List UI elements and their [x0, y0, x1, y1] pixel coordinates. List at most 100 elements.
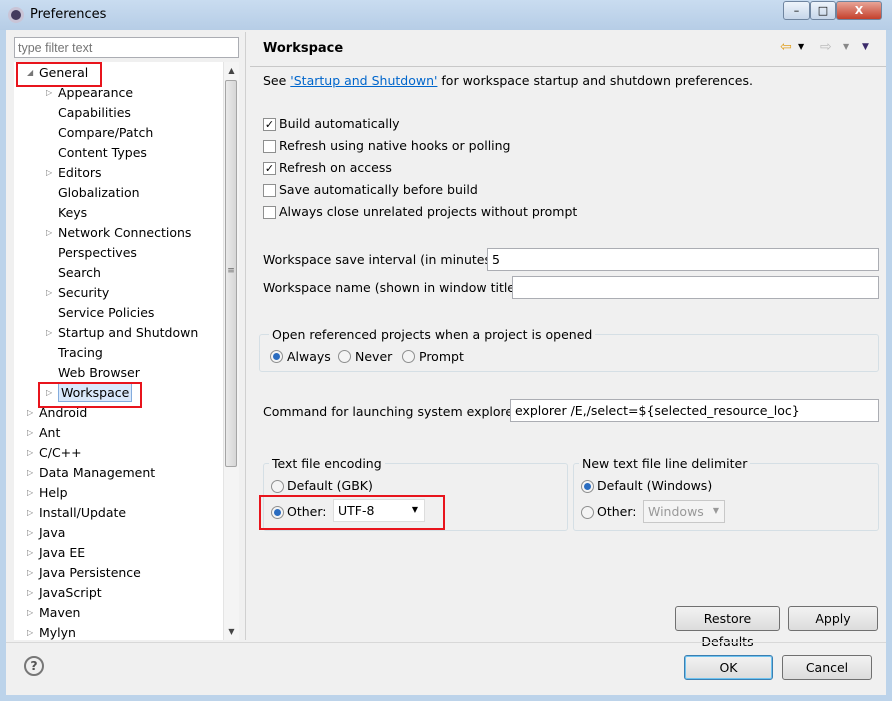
tree-item[interactable]: Search — [58, 263, 101, 283]
prompt-radio[interactable] — [402, 350, 415, 363]
expand-arrow-icon[interactable]: ▷ — [27, 488, 33, 497]
expand-arrow-icon[interactable]: ▷ — [27, 408, 33, 417]
tree-item[interactable]: Security — [58, 283, 109, 303]
expand-arrow-icon[interactable]: ▷ — [27, 508, 33, 517]
checkbox-label: Refresh using native hooks or polling — [279, 138, 511, 153]
title-bar — [0, 0, 892, 30]
startup-shutdown-note: See 'Startup and Shutdown' for workspace… — [263, 73, 753, 88]
checkbox[interactable] — [263, 140, 276, 153]
header-separator — [250, 66, 886, 67]
tree-item[interactable]: Java EE — [39, 543, 85, 563]
forward-arrow-icon[interactable]: ⇨ — [820, 39, 832, 55]
checkbox[interactable]: ✓ — [263, 162, 276, 175]
scroll-down-icon[interactable]: ▼ — [224, 627, 239, 636]
encoding-default-label: Default (GBK) — [287, 478, 373, 493]
checkbox[interactable] — [263, 206, 276, 219]
tree-item[interactable]: Perspectives — [58, 243, 137, 263]
expand-arrow-icon[interactable]: ▷ — [27, 428, 33, 437]
never-label: Never — [355, 349, 393, 364]
expand-arrow-icon[interactable]: ▷ — [27, 608, 33, 617]
view-menu-icon[interactable]: ▼ — [862, 42, 869, 52]
delimiter-other-radio[interactable] — [581, 506, 594, 519]
window-title: Preferences — [30, 7, 107, 22]
checkbox-label: Always close unrelated projects without … — [279, 204, 578, 219]
close-button[interactable]: X — [836, 1, 882, 20]
eclipse-icon — [8, 7, 24, 23]
highlight-box — [259, 495, 445, 530]
tree-item[interactable]: Web Browser — [58, 363, 140, 383]
delimiter-select[interactable]: Windows ▼ — [643, 500, 725, 523]
tree-item[interactable]: Java — [39, 523, 65, 543]
tree-item[interactable]: Help — [39, 483, 68, 503]
delimiter-default-radio[interactable] — [581, 480, 594, 493]
forward-menu-icon[interactable]: ▼ — [843, 42, 849, 51]
tree-item[interactable]: Java Persistence — [39, 563, 141, 583]
line-delimiter-group — [573, 463, 879, 531]
checkbox[interactable]: ✓ — [263, 118, 276, 131]
expand-arrow-icon[interactable]: ▷ — [27, 588, 33, 597]
tree-item[interactable]: Mylyn — [39, 623, 76, 640]
workspace-name-input[interactable] — [512, 276, 879, 299]
open-referenced-title: Open referenced projects when a project … — [269, 327, 596, 342]
expand-arrow-icon[interactable]: ▷ — [27, 628, 33, 637]
maximize-button[interactable]: □ — [810, 1, 836, 20]
tree-item[interactable]: Compare/Patch — [58, 123, 153, 143]
expand-arrow-icon[interactable]: ▷ — [27, 528, 33, 537]
expand-arrow-icon[interactable]: ▷ — [46, 168, 52, 177]
tree-item[interactable]: Maven — [39, 603, 80, 623]
dropdown-arrow-icon: ▼ — [712, 506, 719, 515]
checkbox-label: Save automatically before build — [279, 182, 478, 197]
expand-arrow-icon[interactable]: ▷ — [27, 548, 33, 557]
page-title: Workspace — [263, 41, 344, 56]
tree-item[interactable]: C/C++ — [39, 443, 82, 463]
always-radio[interactable] — [270, 350, 283, 363]
cancel-button[interactable]: Cancel — [782, 655, 872, 680]
encoding-default-radio[interactable] — [271, 480, 284, 493]
tree-item[interactable]: Data Management — [39, 463, 155, 483]
tree-item[interactable]: Tracing — [58, 343, 103, 363]
startup-shutdown-link[interactable]: 'Startup and Shutdown' — [290, 73, 437, 88]
expand-arrow-icon[interactable]: ▷ — [27, 568, 33, 577]
delimiter-other-label: Other: — [597, 504, 637, 519]
tree-item[interactable]: Network Connections — [58, 223, 191, 243]
ok-button[interactable]: OK — [684, 655, 773, 680]
tree-item[interactable]: Globalization — [58, 183, 140, 203]
expand-arrow-icon[interactable]: ▷ — [27, 448, 33, 457]
back-menu-icon[interactable]: ▼ — [798, 42, 804, 51]
restore-defaults-button[interactable]: Restore Defaults — [675, 606, 780, 649]
highlight-box — [38, 382, 142, 408]
expand-arrow-icon[interactable]: ▷ — [46, 228, 52, 237]
delimiter-value: Windows — [648, 504, 704, 519]
prompt-label: Prompt — [419, 349, 464, 364]
pane-divider — [245, 32, 246, 640]
checkbox-label: Refresh on access — [279, 160, 392, 175]
tree-item[interactable]: Install/Update — [39, 503, 126, 523]
expand-arrow-icon[interactable]: ▷ — [46, 288, 52, 297]
tree-item[interactable]: Service Policies — [58, 303, 154, 323]
scrollbar-thumb[interactable]: ≡ — [225, 80, 237, 467]
tree-item[interactable]: Ant — [39, 423, 60, 443]
tree-item[interactable]: Editors — [58, 163, 102, 183]
minimize-button[interactable]: – — [783, 1, 810, 20]
highlight-box — [16, 62, 102, 87]
tree-item[interactable]: Keys — [58, 203, 87, 223]
tree-item[interactable]: Capabilities — [58, 103, 131, 123]
tree-item[interactable]: JavaScript — [39, 583, 102, 603]
explorer-command-input[interactable]: explorer /E,/select=${selected_resource_… — [510, 399, 879, 422]
save-interval-input[interactable]: 5 — [487, 248, 879, 271]
expand-arrow-icon[interactable]: ▷ — [46, 88, 52, 97]
expand-arrow-icon[interactable]: ▷ — [46, 328, 52, 337]
footer-separator — [6, 642, 886, 643]
scroll-up-icon[interactable]: ▲ — [224, 66, 239, 75]
help-icon[interactable]: ? — [24, 656, 44, 676]
checkbox[interactable] — [263, 184, 276, 197]
tree-item[interactable]: Startup and Shutdown — [58, 323, 198, 343]
delimiter-default-label: Default (Windows) — [597, 478, 713, 493]
filter-input[interactable] — [14, 37, 239, 58]
expand-arrow-icon[interactable]: ▷ — [27, 468, 33, 477]
text-encoding-title: Text file encoding — [269, 456, 385, 471]
tree-item[interactable]: Content Types — [58, 143, 147, 163]
never-radio[interactable] — [338, 350, 351, 363]
back-arrow-icon[interactable]: ⇦ — [780, 39, 792, 55]
apply-button[interactable]: Apply — [788, 606, 878, 631]
